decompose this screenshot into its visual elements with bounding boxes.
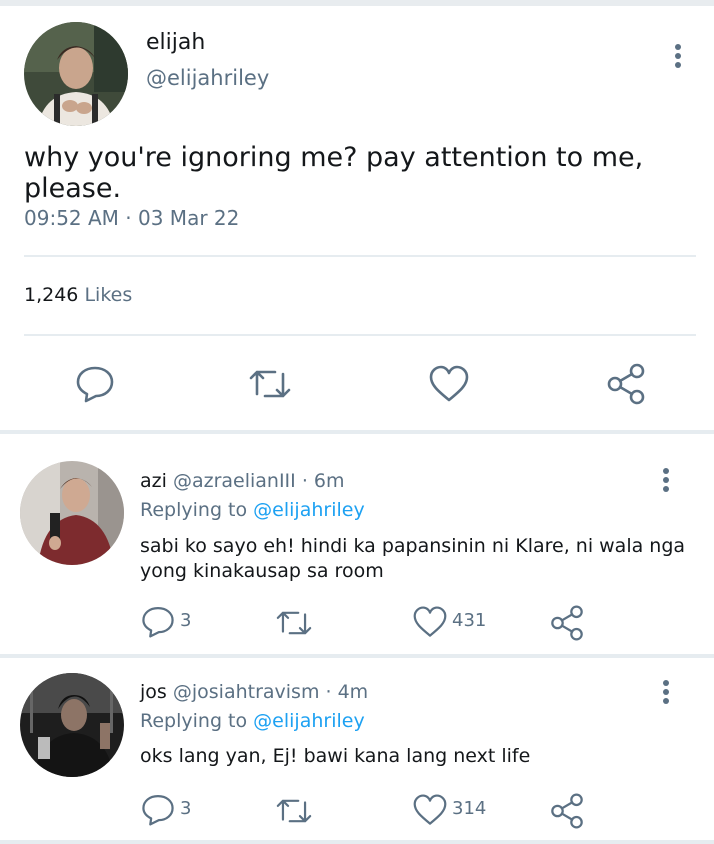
display-name[interactable]: jos — [140, 681, 167, 703]
replying-label: Replying to — [140, 499, 248, 521]
more-vertical-icon[interactable] — [662, 468, 670, 495]
replying-to: Replying to @elijahriley — [140, 499, 365, 521]
share-icon[interactable] — [548, 604, 586, 646]
avatar[interactable] — [20, 673, 124, 777]
reply-count: 3 — [180, 610, 192, 631]
reply-icon — [142, 795, 174, 826]
avatar[interactable] — [24, 22, 128, 126]
heart-icon — [413, 606, 447, 637]
share-icon[interactable] — [548, 792, 586, 834]
tweet-text: why you're ignoring me? pay attention to… — [24, 142, 644, 204]
timestamp[interactable]: 09:52 AM · 03 Mar 22 — [24, 206, 239, 230]
section-divider — [0, 654, 714, 658]
reply-text: oks lang yan, Ej! bawi kana lang next li… — [140, 745, 531, 767]
divider — [24, 255, 696, 257]
likes-count: 1,246 — [24, 284, 79, 306]
bottom-divider — [0, 840, 714, 844]
reply-icon[interactable] — [74, 362, 116, 408]
display-name[interactable]: elijah — [146, 30, 205, 55]
divider — [24, 334, 696, 336]
reply-header: jos @josiahtravism · 4m — [140, 681, 368, 703]
reply-text: sabi ko sayo eh! hindi ka papansinin ni … — [140, 534, 685, 584]
handle[interactable]: @elijahriley — [146, 66, 269, 90]
like-button[interactable] — [412, 793, 448, 831]
reply-text-line: sabi ko sayo eh! hindi ka papansinin ni … — [140, 535, 686, 557]
like-count: 431 — [452, 610, 487, 631]
reply-icon — [142, 607, 174, 638]
retweet-icon[interactable] — [247, 364, 293, 408]
handle[interactable]: @azraelianIII — [173, 470, 296, 492]
handle[interactable]: @josiahtravism — [173, 681, 320, 703]
reply-text-line: yong kinakausap sa room — [140, 560, 384, 582]
more-vertical-icon[interactable] — [674, 44, 682, 71]
replying-handle-link[interactable]: @elijahriley — [253, 499, 365, 521]
heart-icon — [413, 794, 447, 825]
reply-header: azi @azraelianIII · 6m — [140, 470, 345, 492]
replying-label: Replying to — [140, 710, 248, 732]
retweet-icon[interactable] — [274, 794, 314, 832]
reply-button[interactable] — [140, 791, 176, 831]
section-divider — [0, 430, 714, 434]
reply-time: · 6m — [301, 470, 345, 492]
heart-icon[interactable] — [428, 364, 470, 408]
like-button[interactable] — [412, 605, 448, 643]
likes-label: Likes — [84, 284, 133, 306]
display-name[interactable]: azi — [140, 470, 167, 492]
replying-handle-link[interactable]: @elijahriley — [253, 710, 365, 732]
share-icon[interactable] — [604, 362, 648, 410]
like-count: 314 — [452, 798, 487, 819]
retweet-icon[interactable] — [274, 606, 314, 644]
top-edge — [0, 0, 714, 6]
avatar[interactable] — [20, 461, 124, 565]
replying-to: Replying to @elijahriley — [140, 710, 365, 732]
more-vertical-icon[interactable] — [662, 680, 670, 707]
likes-stat[interactable]: 1,246 Likes — [24, 284, 132, 306]
reply-count: 3 — [180, 798, 192, 819]
reply-time: · 4m — [325, 681, 369, 703]
reply-button[interactable] — [140, 603, 176, 643]
